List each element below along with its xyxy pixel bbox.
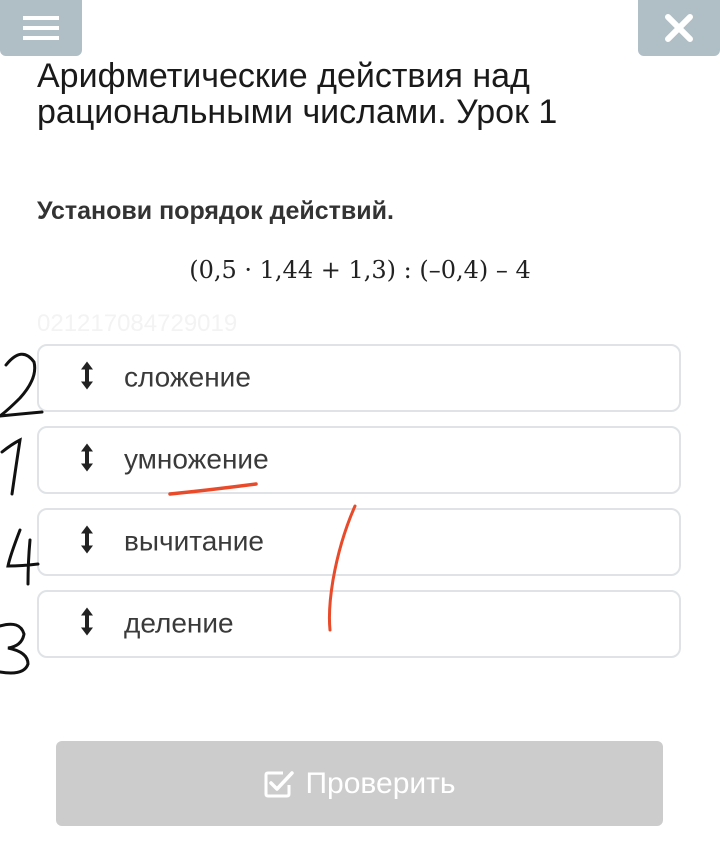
order-item-label: умножение: [124, 443, 269, 475]
math-expression: (0,5 · 1,44 + 1,3) : (–0,4) – 4: [189, 256, 531, 284]
drag-arrows-icon[interactable]: [79, 442, 95, 479]
task-instruction: Установи порядок действий.: [37, 197, 394, 225]
order-item-multiplication[interactable]: умножение: [37, 426, 681, 494]
order-item-label: сложение: [124, 361, 251, 393]
handwritten-number-2: [0, 352, 44, 418]
close-button[interactable]: [638, 0, 720, 56]
checkbox-check-icon: [263, 769, 295, 799]
check-button[interactable]: Проверить: [56, 741, 663, 826]
close-icon: [665, 14, 693, 42]
order-item-label: вычитание: [124, 525, 264, 557]
lesson-title: Арифметические действия над рациональным…: [37, 57, 558, 131]
drag-arrows-icon[interactable]: [79, 524, 95, 561]
handwritten-number-4: [6, 528, 40, 586]
handwritten-number-3: [0, 622, 30, 675]
handwritten-number-1: [0, 437, 22, 496]
order-item-label: деление: [124, 607, 234, 639]
drag-arrows-icon[interactable]: [79, 360, 95, 397]
drag-arrows-icon[interactable]: [79, 606, 95, 643]
order-item-addition[interactable]: сложение: [37, 344, 681, 412]
check-button-label: Проверить: [305, 766, 456, 800]
hamburger-menu-icon: [23, 16, 59, 40]
menu-button[interactable]: [0, 0, 82, 56]
watermark-code: 021217084729019: [37, 310, 238, 337]
order-item-division[interactable]: деление: [37, 590, 681, 658]
order-item-subtraction[interactable]: вычитание: [37, 508, 681, 576]
